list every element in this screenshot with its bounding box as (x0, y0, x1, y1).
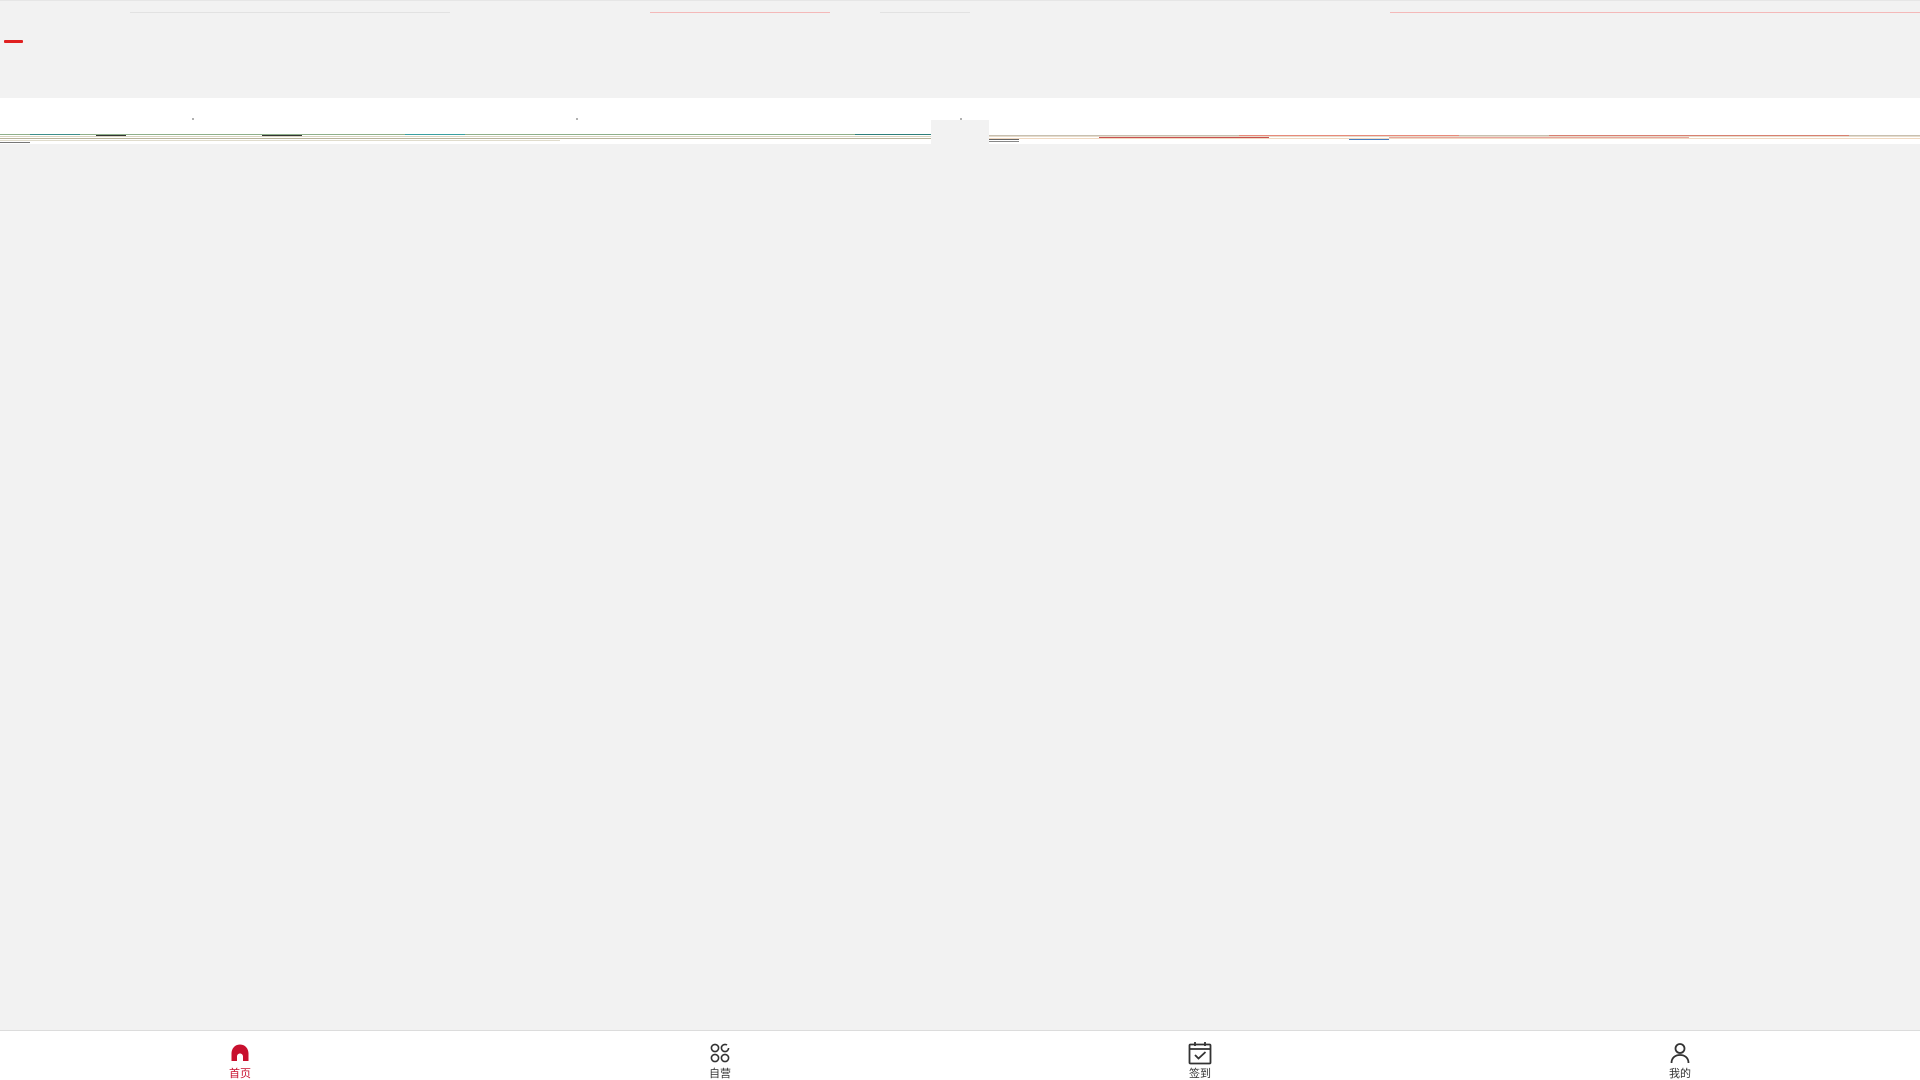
band-dot (960, 118, 962, 120)
content-strip (989, 139, 1019, 140)
feed-column-right[interactable] (989, 120, 1920, 144)
top-header (0, 0, 1920, 98)
content-strip (0, 142, 30, 143)
home-icon (231, 1044, 249, 1061)
tab-checkin-label: 签到 (1189, 1067, 1211, 1080)
content-strip (1349, 139, 1389, 140)
content-strip (0, 140, 560, 141)
tab-home[interactable]: 首页 (0, 1031, 480, 1080)
tab-self-operated-label: 自营 (709, 1067, 731, 1080)
content-strip (30, 134, 80, 135)
calendar-check-icon (1188, 1042, 1212, 1065)
content-strip (855, 134, 931, 135)
content-strip (405, 134, 465, 135)
header-faint-line (1390, 12, 1920, 13)
tab-mine-label: 我的 (1669, 1067, 1691, 1080)
content-strip (0, 136, 931, 137)
tab-checkin[interactable]: 签到 (960, 1031, 1440, 1080)
content-strip (0, 134, 931, 135)
content-strip (989, 138, 1920, 139)
bottom-tab-bar: 首页 自营 签到 我的 (0, 1030, 1920, 1080)
header-faint-line (130, 12, 450, 13)
content-strip (0, 138, 931, 139)
content-strip (989, 141, 1019, 142)
category-tabs (0, 16, 400, 32)
tab-self-operated[interactable]: 自营 (480, 1031, 960, 1080)
header-faint-line (880, 12, 970, 13)
content-band (0, 98, 1920, 120)
tab-mine[interactable]: 我的 (1440, 1031, 1920, 1080)
header-divider (0, 0, 1920, 1)
grid-icon (710, 1043, 730, 1063)
active-tab-indicator (4, 40, 23, 43)
feed-column-left[interactable] (0, 120, 931, 144)
header-faint-line (650, 12, 830, 13)
tab-home-label: 首页 (229, 1067, 251, 1080)
user-icon (1670, 1043, 1690, 1064)
